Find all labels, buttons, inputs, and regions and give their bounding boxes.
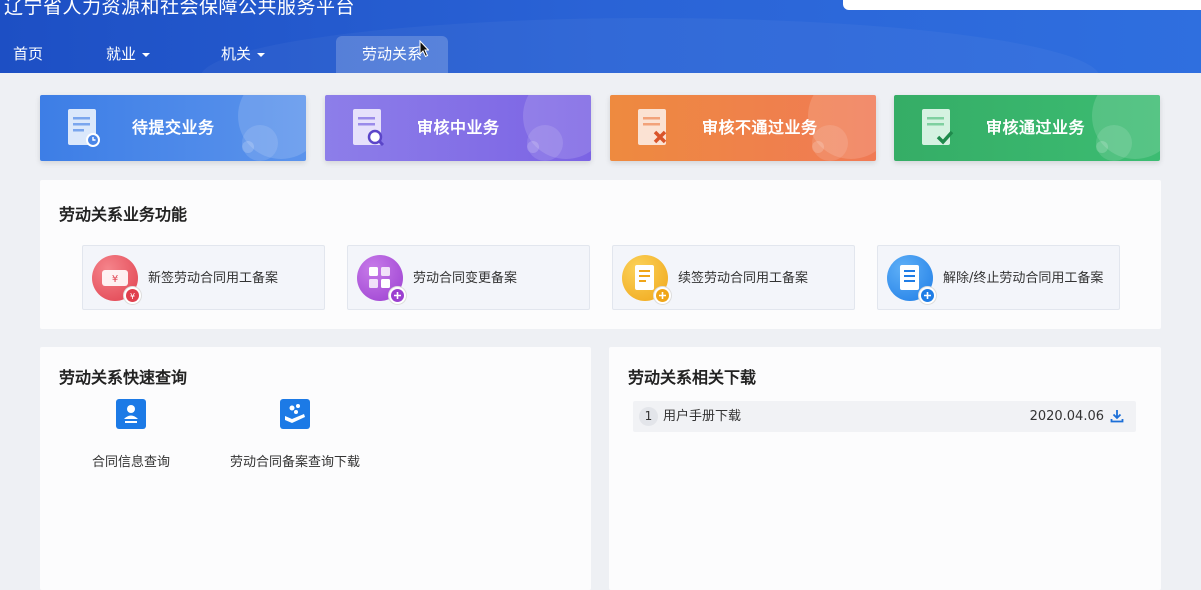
document-clock-icon [68,109,100,147]
card-label: 审核中业务 [417,118,500,137]
downloads-title: 劳动关系相关下载 [628,368,757,387]
contract-terminate-filing-button[interactable]: 解除/终止劳动合同用工备案 [877,245,1120,310]
functions-title: 劳动关系业务功能 [59,205,188,224]
plus-badge-icon [654,287,671,304]
contract-terminate-icon [887,255,936,304]
top-header: 辽宁省人力资源和社会保障公共服务平台 首页 就业 机关 劳动关系 [0,0,1201,73]
contract-renew-icon [622,255,671,304]
query-label: 劳动合同备案查询下载 [229,455,360,470]
contract-new-icon: ¥ ¥ [92,255,141,304]
hand-coins-icon [280,399,310,429]
main-nav: 首页 就业 机关 劳动关系 [0,36,448,73]
user-manual-download-link[interactable]: 用户手册下载 [663,401,741,432]
function-label: 新签劳动合同用工备案 [148,271,279,286]
contract-change-filing-button[interactable]: 劳动合同变更备案 [347,245,590,310]
card-decoration [1096,141,1108,153]
nav-home-label: 首页 [12,45,43,63]
nav-employment-label: 就业 [105,45,136,63]
header-search-area [843,0,1201,10]
chevron-down-icon [257,52,265,57]
plus-badge-icon [919,287,936,304]
card-label: 审核通过业务 [986,118,1086,137]
mouse-cursor-icon [419,40,429,58]
new-contract-filing-button[interactable]: ¥ ¥ 新签劳动合同用工备案 [82,245,325,310]
chevron-down-icon [142,52,150,57]
quick-query-title: 劳动关系快速查询 [59,368,188,387]
svg-text:¥: ¥ [130,292,135,301]
plus-badge-icon [389,287,406,304]
plus-badge-icon: ¥ [124,287,141,304]
nav-home[interactable]: 首页 [0,36,56,73]
card-decoration [242,141,254,153]
nav-labor-relations[interactable]: 劳动关系 [336,36,448,73]
review-rejected-card[interactable]: 审核不通过业务 [610,95,876,161]
card-label: 审核不通过业务 [702,118,818,137]
review-approved-card[interactable]: 审核通过业务 [894,95,1160,161]
download-row: 1 用户手册下载 2020.04.06 [633,401,1136,432]
contract-renew-filing-button[interactable]: 续签劳动合同用工备案 [612,245,855,310]
site-title: 辽宁省人力资源和社会保障公共服务平台 [4,0,356,18]
row-index: 1 [639,407,658,426]
nav-agency-label: 机关 [220,45,251,63]
under-review-card[interactable]: 审核中业务 [325,95,591,161]
download-icon[interactable] [1110,409,1124,423]
document-check-icon [922,109,954,145]
svg-text:¥: ¥ [112,274,118,285]
function-label: 续签劳动合同用工备案 [678,271,809,286]
nav-agency[interactable]: 机关 [186,36,296,73]
query-label: 合同信息查询 [91,455,170,470]
function-label: 劳动合同变更备案 [413,271,518,286]
contract-change-icon [357,255,406,304]
contract-info-query-button[interactable]: 合同信息查询 [81,399,181,470]
contract-info-icon [116,399,146,429]
nav-labor-relations-label: 劳动关系 [361,45,422,63]
document-reject-icon [638,109,667,145]
card-decoration [527,141,539,153]
nav-employment[interactable]: 就业 [56,36,186,73]
contract-filing-query-download-button[interactable]: 劳动合同备案查询下载 [225,399,365,470]
card-label: 待提交业务 [132,118,215,137]
document-search-icon [353,109,385,147]
download-date: 2020.04.06 [1029,409,1104,424]
function-label: 解除/终止劳动合同用工备案 [943,271,1104,286]
pending-submit-card[interactable]: 待提交业务 [40,95,306,161]
